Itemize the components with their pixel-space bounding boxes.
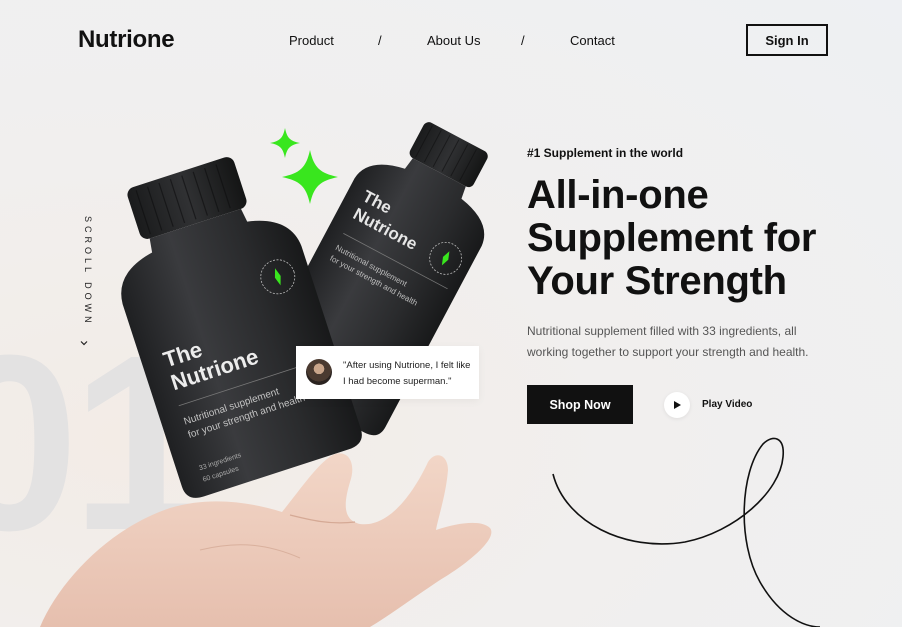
headline-line: Your Strength <box>527 259 787 303</box>
nav-product[interactable]: Product <box>289 33 334 48</box>
supplement-bottle-front: The Nutrione Nutritional supplement for … <box>121 157 362 498</box>
sparkle-icon <box>270 128 300 158</box>
headline-line: Supplement for <box>527 216 817 260</box>
sign-in-button[interactable]: Sign In <box>746 24 828 56</box>
brand-logo[interactable]: Nutrione <box>78 26 175 54</box>
hero-description: Nutritional supplement filled with 33 in… <box>527 324 809 359</box>
hero-headline: All-in-one Supplement for Your Strength <box>527 174 867 303</box>
hero-eyebrow: #1 Supplement in the world <box>527 146 684 160</box>
sparkle-icon <box>282 150 338 204</box>
testimonial-quote: "After using Nutrione, I felt like I had… <box>343 360 471 387</box>
nav-contact[interactable]: Contact <box>570 33 615 48</box>
testimonial-card: "After using Nutrione, I felt like I had… <box>296 346 479 399</box>
play-video-button[interactable] <box>664 392 690 418</box>
nav-separator: / <box>521 33 525 48</box>
hand-illustration <box>40 453 492 627</box>
shop-now-button[interactable]: Shop Now <box>527 385 633 424</box>
landing-page: 01 Nutrione Product / About Us / Contact… <box>0 0 902 627</box>
nav-about-us[interactable]: About Us <box>427 33 480 48</box>
play-icon <box>674 401 681 409</box>
play-video-label[interactable]: Play Video <box>702 399 752 410</box>
decorative-swirl-line <box>552 437 821 627</box>
headline-line: All-in-one <box>527 173 709 217</box>
avatar <box>306 359 332 385</box>
nav-separator: / <box>378 33 382 48</box>
